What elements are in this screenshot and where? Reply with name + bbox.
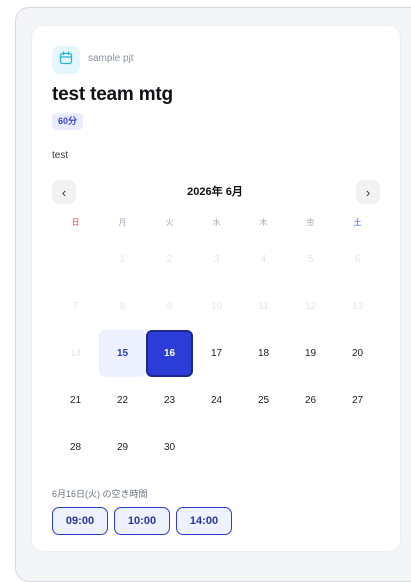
time-slot-button[interactable]: 09:00 <box>52 507 108 535</box>
day-cell: 5 <box>307 254 314 265</box>
time-slot-button[interactable]: 10:00 <box>114 507 170 535</box>
weekday-sat: 土 <box>353 218 362 227</box>
day-cell: 8 <box>119 301 126 312</box>
day-cell[interactable]: 21 <box>52 377 99 424</box>
weekday-thu: 木 <box>259 218 268 227</box>
day-cell[interactable]: 19 <box>287 330 334 377</box>
weekday-mon: 月 <box>118 218 127 227</box>
day-cell[interactable]: 15 <box>99 330 146 377</box>
day-cell: 11 <box>258 301 269 312</box>
day-cell[interactable]: 23 <box>146 377 193 424</box>
day-cell: 7 <box>72 301 79 312</box>
day-cell[interactable]: 27 <box>334 377 381 424</box>
next-month-button[interactable]: › <box>356 180 380 204</box>
day-cell: 13 <box>351 301 364 312</box>
day-cell: 2 <box>166 254 173 265</box>
month-title: 2026年 6月 <box>187 186 243 198</box>
duration-badge: 60分 <box>52 113 84 130</box>
event-title: test team mtg <box>52 84 173 105</box>
prev-month-button[interactable]: ‹ <box>52 180 76 204</box>
weekday-sun: 日 <box>71 218 80 227</box>
day-cell[interactable]: 26 <box>287 377 334 424</box>
day-cell: 6 <box>354 254 361 265</box>
day-cell[interactable]: 18 <box>240 330 287 377</box>
day-cell: 1 <box>119 254 126 265</box>
day-cell[interactable]: 28 <box>52 424 99 471</box>
calendar-icon <box>59 50 73 70</box>
day-cell[interactable]: 29 <box>99 424 146 471</box>
project-name: sample pjt <box>88 53 134 64</box>
day-cell[interactable]: 25 <box>240 377 287 424</box>
weekday-header: 日 月 火 水 木 金 土 <box>52 217 381 228</box>
weekday-wed: 水 <box>212 218 221 227</box>
day-cell: 12 <box>304 301 317 312</box>
project-icon-box <box>52 46 80 74</box>
day-cell[interactable]: 30 <box>146 424 193 471</box>
weekday-tue: 火 <box>165 218 174 227</box>
day-cell: 4 <box>260 254 267 265</box>
day-cell: 3 <box>213 254 220 265</box>
event-description: test <box>52 150 69 161</box>
calendar-day-grid: 1 2 3 4 5 6 7 8 9 10 11 12 13 14 15 16 17 18 19 20 21 22 23 24 2… <box>52 236 381 471</box>
day-cell[interactable]: 17 <box>193 330 240 377</box>
day-cell-selected[interactable]: 16 <box>146 330 193 377</box>
day-cell[interactable]: 24 <box>193 377 240 424</box>
time-slot-button[interactable]: 14:00 <box>176 507 232 535</box>
chevron-left-icon: ‹ <box>61 184 67 200</box>
day-cell: 14 <box>69 348 82 359</box>
weekday-fri: 金 <box>306 218 315 227</box>
day-cell: 9 <box>166 301 173 312</box>
day-cell[interactable]: 22 <box>99 377 146 424</box>
time-slots: 09:00 10:00 14:00 <box>52 507 232 535</box>
day-cell: 10 <box>210 301 223 312</box>
day-cell-empty <box>52 236 99 283</box>
chevron-right-icon: › <box>365 184 371 200</box>
day-cell[interactable]: 20 <box>334 330 381 377</box>
slots-heading: 6月16日(火) の空き時間 <box>52 489 148 499</box>
